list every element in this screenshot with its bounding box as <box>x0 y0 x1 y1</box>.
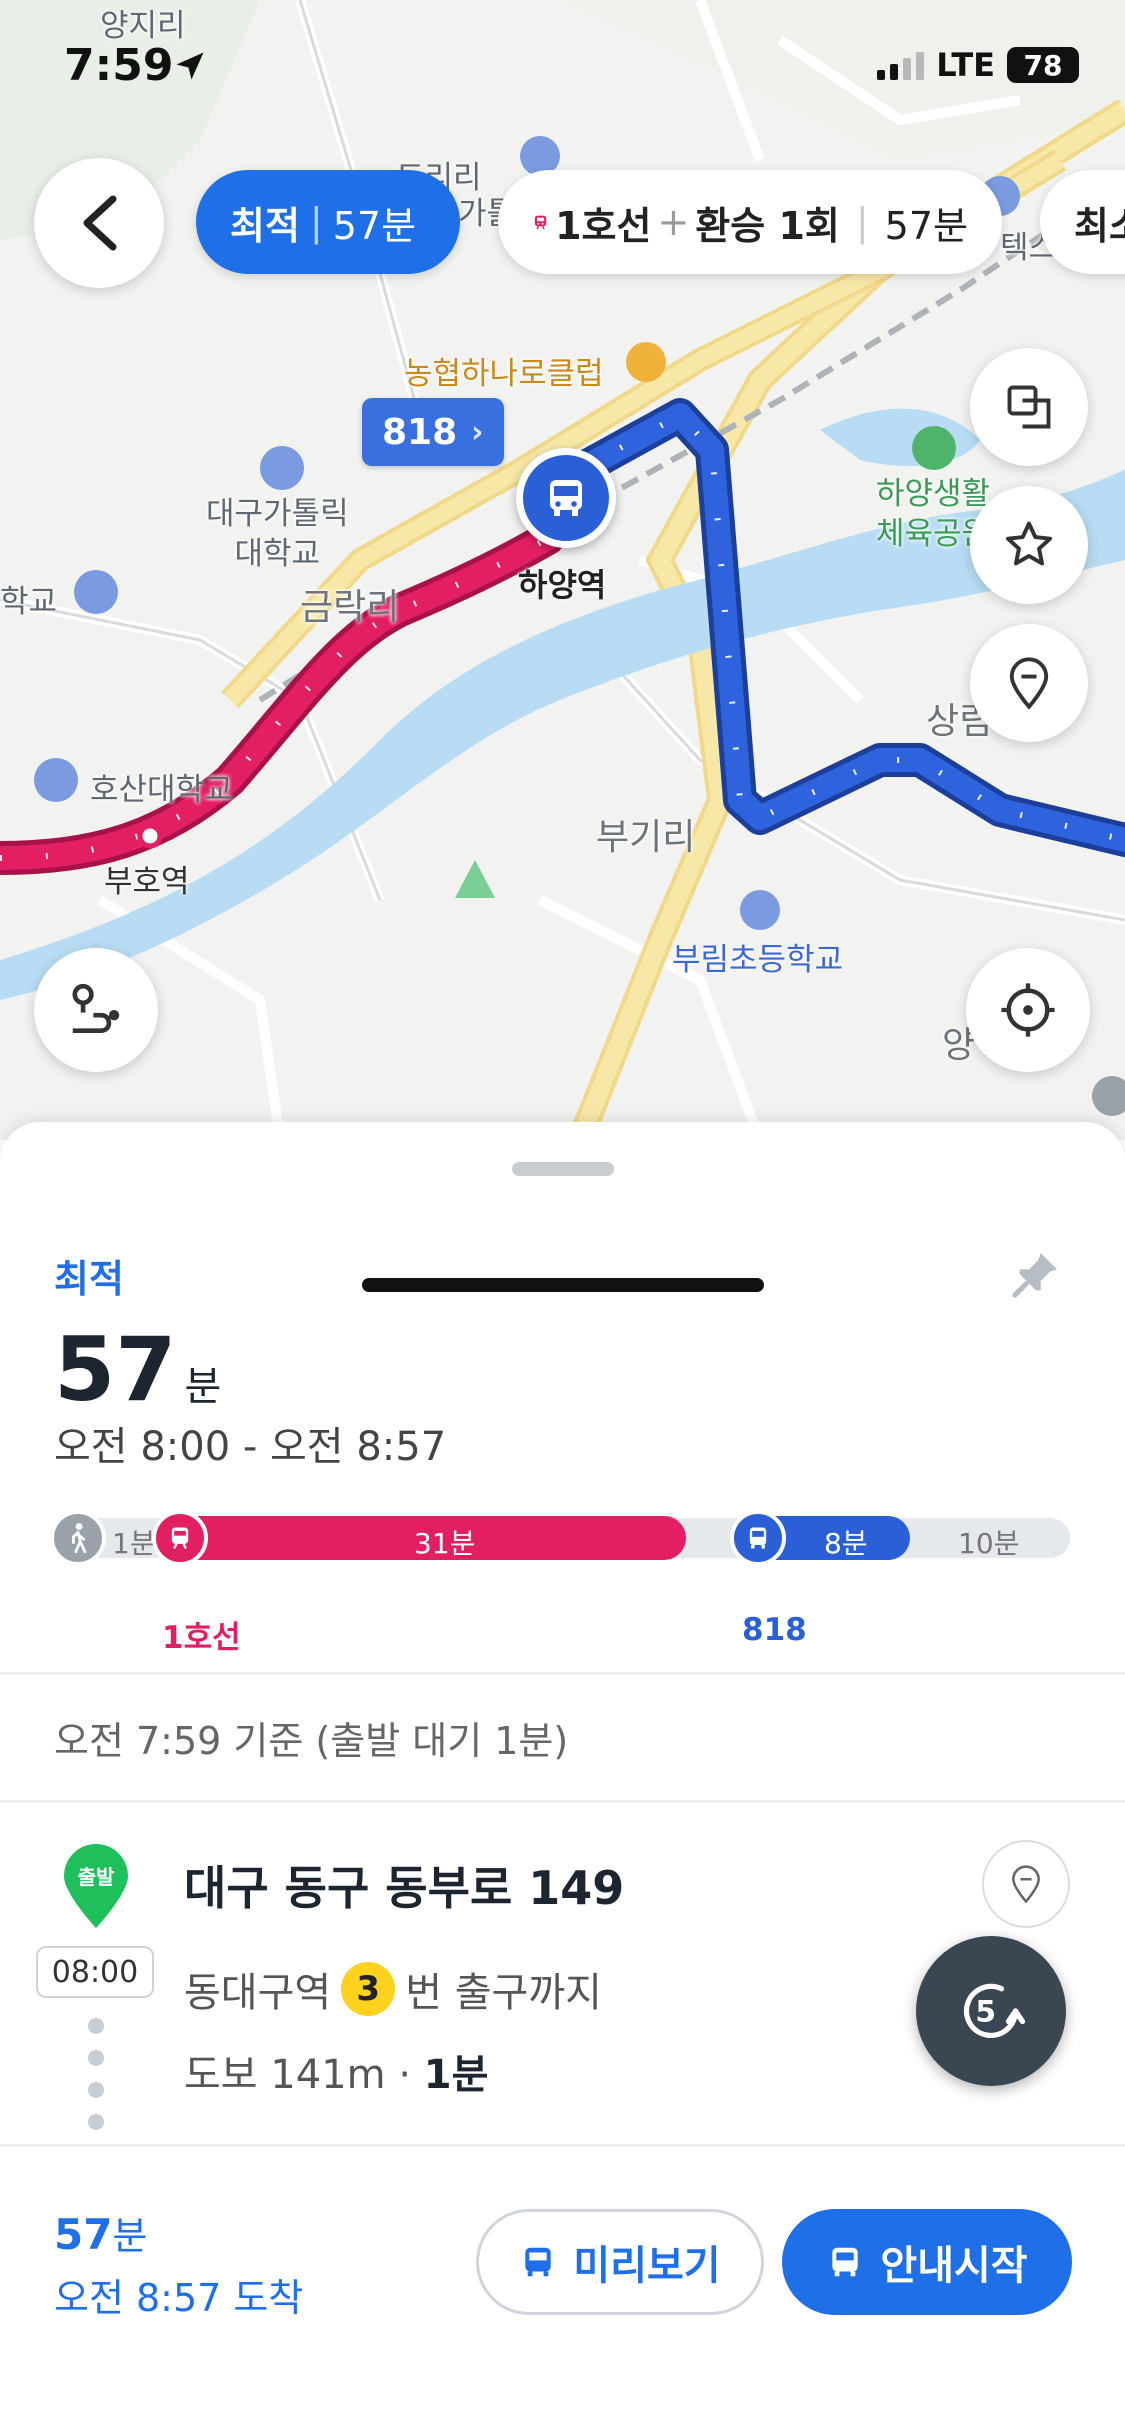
map-label-univ: 대구가톨릭 대학교 <box>206 496 349 572</box>
refresh-count: 5 <box>975 1995 996 2030</box>
chip-line-name: 1호선 <box>555 203 652 248</box>
start-badge-text: 출발 <box>78 1865 115 1889</box>
route-icon <box>72 983 120 1033</box>
location-arrow-icon <box>176 52 204 80</box>
bus-stop-marker[interactable] <box>516 448 616 548</box>
map-pin-icon <box>1009 657 1049 710</box>
map-label-buho: 부호역 <box>104 864 190 900</box>
duration-number: 57 <box>54 1318 177 1421</box>
star-icon <box>1006 521 1052 566</box>
summary-unit: 분 <box>112 2214 148 2258</box>
divider <box>0 1800 1125 1803</box>
sheet-grabber[interactable] <box>512 1162 614 1176</box>
start-marker-icon: 출발 <box>64 1844 128 1928</box>
timeline-bus-label: 8분 <box>824 1527 868 1560</box>
walk-icon <box>50 1510 106 1566</box>
exit-suffix: 번 출구까지 <box>405 1970 602 2016</box>
map-label-hosan: 호산대학교 <box>90 772 233 808</box>
bus-line-name: 818 <box>742 1612 807 1648</box>
status-bar: 7:59 LTE 78 <box>0 0 1125 140</box>
layers-icon <box>1007 385 1051 429</box>
battery-level: 78 <box>1023 48 1063 82</box>
divider <box>0 1672 1125 1675</box>
best-route-label: 최적 <box>54 1257 124 1301</box>
bus-route-tag[interactable]: 818 › <box>362 398 504 466</box>
chip-transfer-count: 환승 1회 <box>695 203 840 248</box>
timeline-walk1-label: 1분 <box>112 1527 156 1560</box>
walk-distance: 도보 141m · <box>184 2052 412 2098</box>
subway-icon <box>152 1510 208 1566</box>
preview-button[interactable]: 미리보기 <box>476 2209 764 2315</box>
status-time: 7:59 <box>64 40 174 91</box>
map-pin-icon <box>1012 1865 1040 1904</box>
start-time: 08:00 <box>36 1946 154 1998</box>
location-pin-button[interactable] <box>970 624 1088 742</box>
chip-route-time: 57분 <box>884 203 968 248</box>
favorite-button[interactable] <box>970 486 1088 604</box>
exit-station: 동대구역 <box>184 1970 332 2016</box>
map-label-hakgyo: 학교 <box>0 584 58 620</box>
bottom-action-bar: 57분 오전 8:57 도착 미리보기 안내시작 <box>0 2144 1125 2436</box>
chip-separator: | <box>309 200 323 244</box>
my-location-button[interactable] <box>966 948 1090 1072</box>
bus-icon <box>730 1510 786 1566</box>
chip-best-label: 최적 <box>230 203 300 248</box>
arrival-time: 오전 8:57 도착 <box>54 2276 304 2320</box>
address-map-button[interactable] <box>982 1840 1070 1928</box>
exit-number-badge: 3 <box>341 1962 396 2016</box>
route-map[interactable]: 양지리 도리리 가톨 농협하나로클럽 대구가톨릭 대학교 금락리 하양역 학교 … <box>0 0 1125 1140</box>
layers-button[interactable] <box>970 348 1088 466</box>
back-button[interactable] <box>34 158 164 288</box>
battery-icon: 78 <box>1007 47 1079 83</box>
walk-minutes: 1분 <box>423 2052 489 2098</box>
bus-icon <box>832 2247 859 2277</box>
departure-basis: 오전 7:59 기준 (출발 대기 1분) <box>54 1719 569 1763</box>
chip-best-time: 57분 <box>332 203 417 248</box>
preview-label: 미리보기 <box>573 2243 721 2289</box>
bus-route-number: 818 <box>382 411 458 453</box>
summary-minutes: 57 <box>54 2210 113 2259</box>
timeline-subway-label: 31분 <box>414 1527 476 1560</box>
chip-plus: + <box>657 200 690 244</box>
route-timeline: 1분 31분 8분 10분 <box>50 1510 1070 1566</box>
crosshair-icon <box>1001 983 1055 1037</box>
duration-unit: 분 <box>184 1364 222 1410</box>
map-label-nonghyup: 농협하나로클럽 <box>404 356 604 392</box>
time-range: 오전 8:00 - 오전 8:57 <box>54 1424 447 1470</box>
signal-icon <box>877 50 925 80</box>
timeline-walk2-label: 10분 <box>958 1527 1020 1560</box>
route-view-button[interactable] <box>34 948 158 1072</box>
start-label: 안내시작 <box>880 2243 1028 2289</box>
route-chip-subway[interactable]: 1호선 + 환승 1회 | 57분 <box>498 170 1002 274</box>
refresh-button[interactable]: 5 <box>916 1936 1066 2086</box>
start-address: 대구 동구 동부로 149 <box>184 1861 625 1915</box>
chevron-left-icon <box>83 195 117 251</box>
subway-line-name: 1호선 <box>162 1620 241 1656</box>
subway-icon <box>534 215 547 230</box>
exit-direction: 동대구역 3 번 출구까지 <box>184 1960 602 2018</box>
bus-icon <box>550 480 582 516</box>
map-label-bugi: 부기리 <box>596 817 696 858</box>
map-label-burim: 부림초등학교 <box>672 942 844 978</box>
map-label-geumrak: 금락리 <box>300 587 400 628</box>
pin-icon[interactable] <box>1008 1246 1064 1302</box>
total-duration: 57 분 <box>54 1318 221 1421</box>
start-guidance-button[interactable]: 안내시작 <box>782 2209 1072 2315</box>
route-detail-sheet[interactable]: 최적 57 분 오전 8:00 - 오전 8:57 1분 31분 8분 10분 … <box>0 1122 1125 2436</box>
refresh-timer-icon: 5 <box>963 1983 1026 2038</box>
walk-info: 도보 141m · 1분 <box>184 2042 488 2100</box>
chip-min-label: 최소 <box>1074 203 1125 248</box>
chevron-right-icon: › <box>471 414 484 450</box>
home-indicator[interactable] <box>362 1278 764 1292</box>
bus-icon <box>525 2247 552 2277</box>
network-type: LTE <box>936 46 995 84</box>
route-chip-best[interactable]: 최적 | 57분 <box>196 170 460 274</box>
map-label-hayang-station: 하양역 <box>518 566 607 604</box>
summary-duration: 57분 <box>54 2205 147 2260</box>
